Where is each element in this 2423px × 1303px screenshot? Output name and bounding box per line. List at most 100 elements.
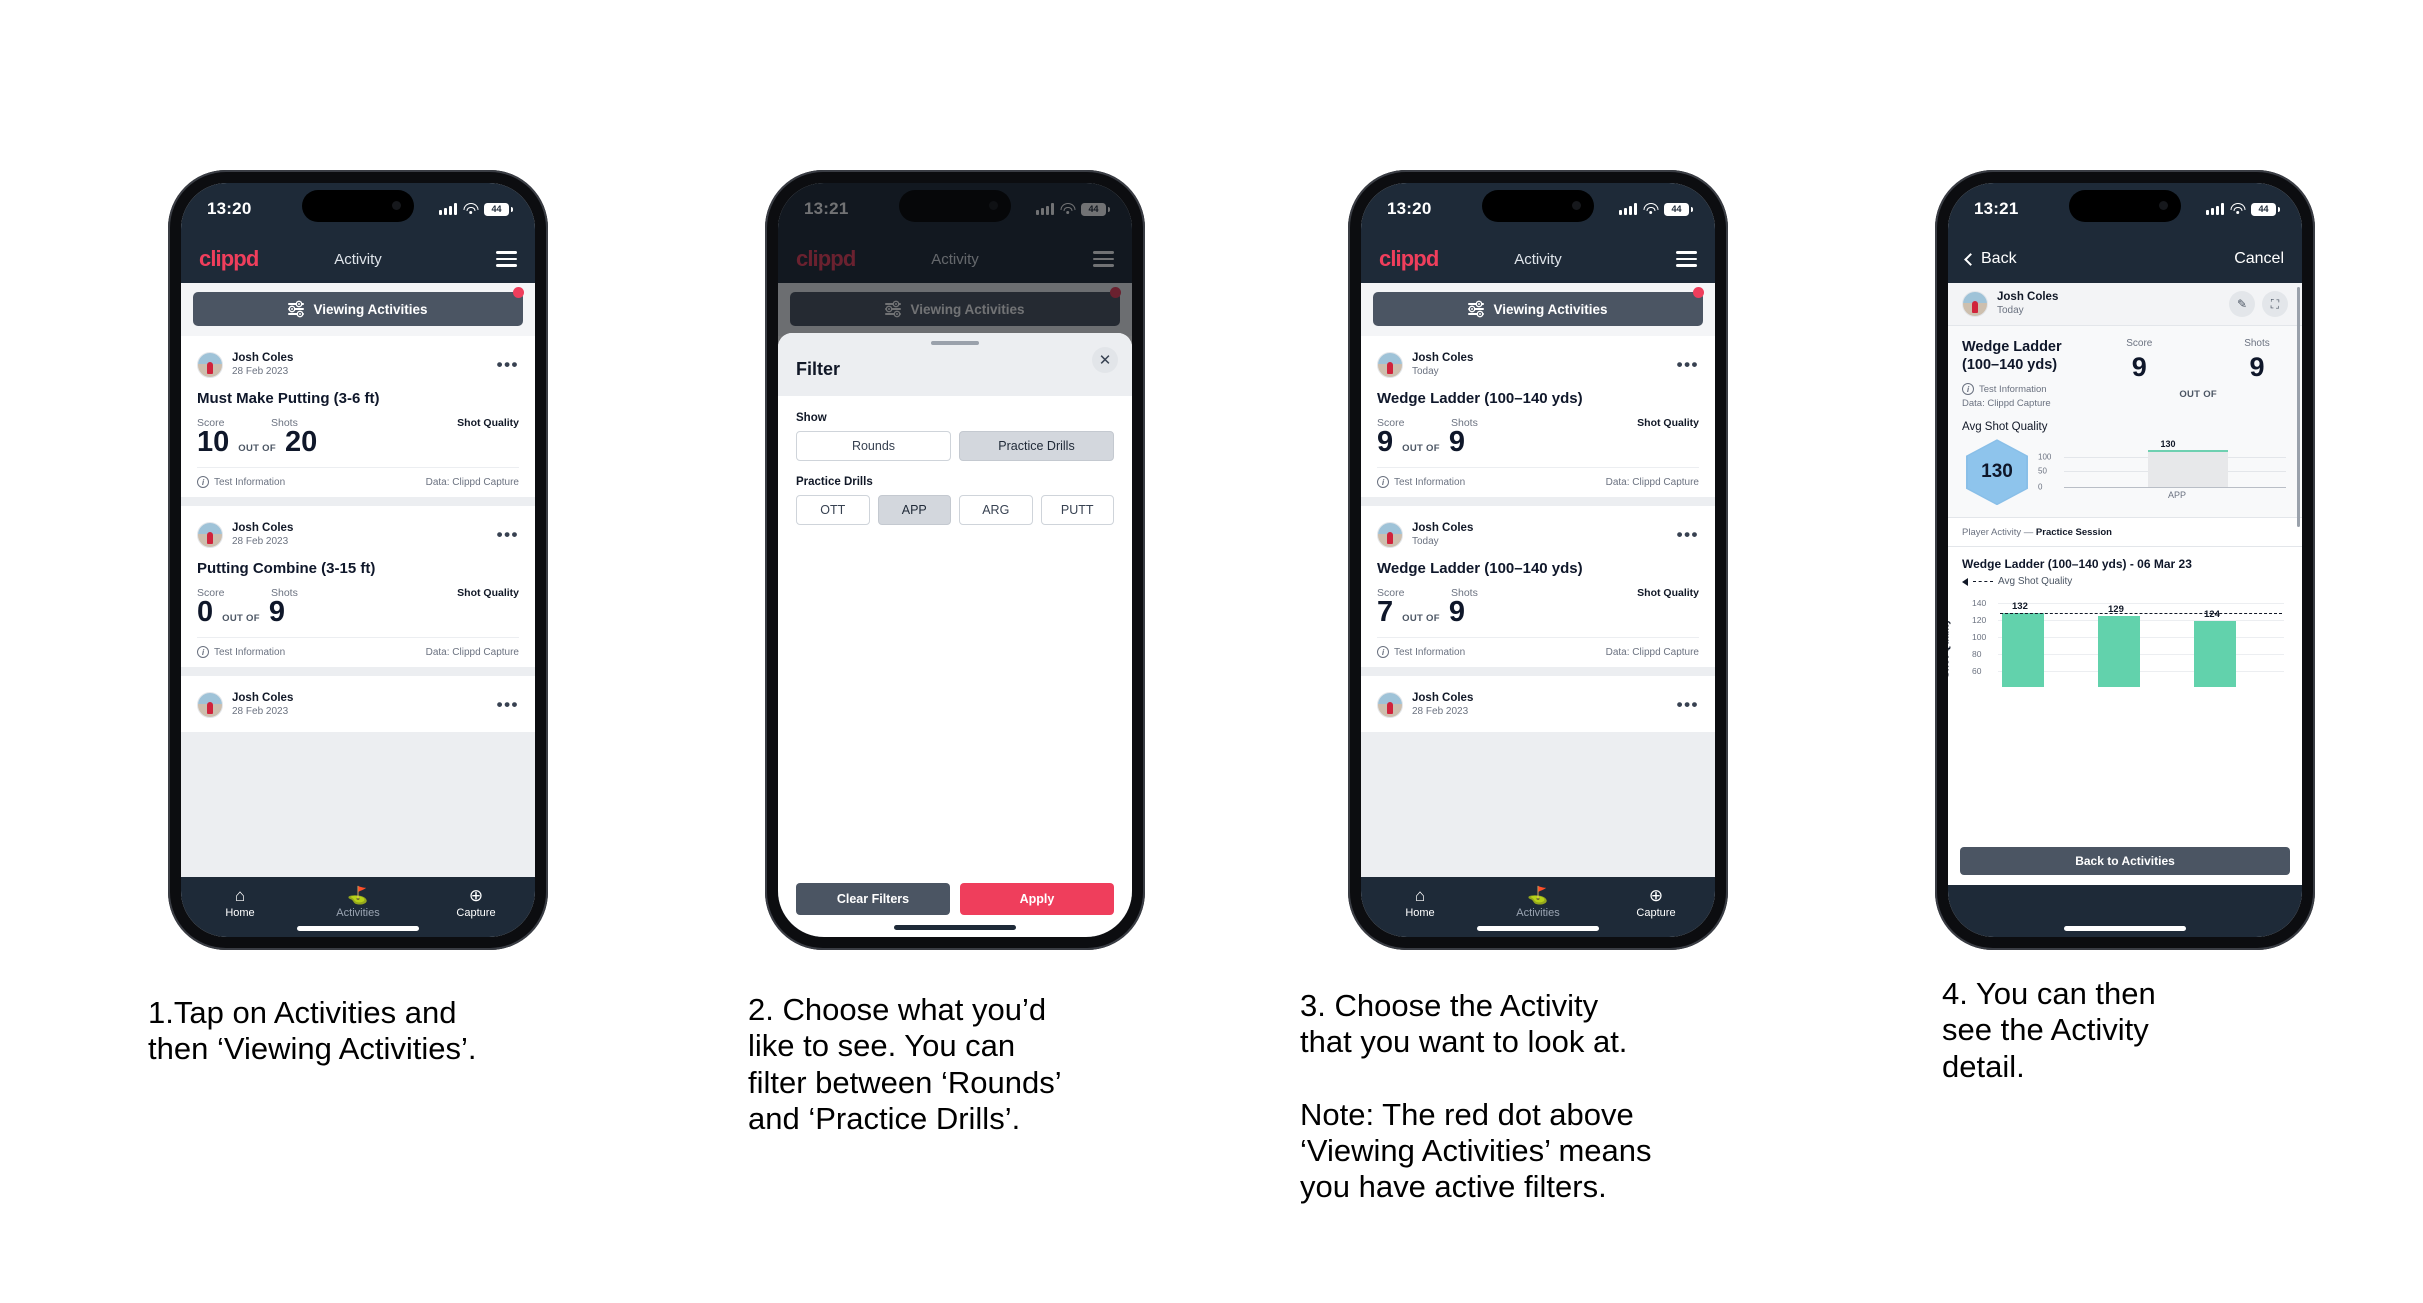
tab-home[interactable]: ⌂ Home — [1361, 887, 1479, 919]
sheet-grabber[interactable] — [931, 341, 979, 345]
tab-capture-label: Capture — [456, 907, 496, 919]
home-icon: ⌂ — [1414, 886, 1426, 905]
detail-data-source: Data: Clippd Capture — [1962, 398, 2051, 410]
close-icon[interactable]: ✕ — [1092, 347, 1118, 373]
shot-quality-value: 130 — [1688, 443, 1710, 459]
filter-bar-region: Viewing Activities — [181, 283, 535, 336]
avatar — [197, 352, 223, 378]
wifi-icon — [463, 203, 478, 215]
filter-bar-region: Viewing Activities — [1361, 283, 1715, 336]
active-filters-dot — [513, 287, 524, 298]
hamburger-menu-icon[interactable] — [1676, 251, 1697, 267]
status-bar: 13:20 44 — [1361, 183, 1715, 235]
apply-button[interactable]: Apply — [960, 883, 1114, 915]
legend-marker-icon — [1962, 577, 1968, 586]
card-overflow-menu-icon[interactable]: ••• — [497, 356, 519, 373]
dynamic-island — [302, 190, 414, 222]
scrollbar[interactable] — [2297, 287, 2300, 527]
shot-quality-value: 75 — [511, 443, 527, 459]
card-date: 28 Feb 2023 — [232, 366, 289, 378]
card-user-name: Josh Coles — [232, 692, 294, 705]
detail-user-row: Josh Coles Today ✎ ⛶ — [1948, 283, 2302, 326]
back-label: Back — [1981, 250, 2017, 267]
out-of-label: OUT OF — [238, 443, 276, 454]
card-overflow-menu-icon[interactable]: ••• — [1677, 356, 1699, 373]
detail-title: Wedge Ladder (100–140 yds) — [1962, 339, 2062, 374]
hamburger-menu-icon[interactable] — [496, 251, 517, 267]
chart-plot-area: Shot Quality 140 120 100 80 60 132 129 1… — [1948, 598, 2288, 688]
battery-icon: 44 — [1664, 202, 1693, 216]
phone-2: 13:21 44 clippd Activity Viewing Activit… — [765, 170, 1145, 950]
tab-activities-label: Activities — [1516, 907, 1560, 919]
tab-home[interactable]: ⌂ Home — [181, 887, 299, 919]
card-overflow-menu-icon[interactable]: ••• — [1677, 696, 1699, 713]
battery-icon: 44 — [484, 202, 513, 216]
viewing-activities-button[interactable]: Viewing Activities — [193, 292, 523, 326]
page-title: Activity — [1514, 250, 1562, 268]
app-header: clippd Activity — [181, 235, 535, 283]
chart-bar-3 — [2194, 621, 2236, 688]
chip-arg[interactable]: ARG — [959, 495, 1033, 525]
chart-y-axis-title: Shot Quality — [1948, 619, 1952, 679]
shots-value: 9 — [1448, 426, 1465, 458]
card-overflow-menu-icon[interactable]: ••• — [497, 526, 519, 543]
avg-shot-quality-value: 130 — [1981, 461, 2013, 483]
card-title: Wedge Ladder (100–140 yds) — [1377, 560, 1583, 577]
activity-card[interactable]: Josh Coles Today ••• Wedge Ladder (100–1… — [1361, 506, 1715, 667]
activity-card[interactable]: Josh Coles 28 Feb 2023 ••• — [1361, 676, 1715, 732]
viewing-activities-button[interactable]: Viewing Activities — [1373, 292, 1703, 326]
avatar — [197, 522, 223, 548]
card-divider — [181, 497, 535, 506]
golf-flag-icon: ⛳ — [1527, 886, 1549, 905]
back-to-activities-button[interactable]: Back to Activities — [1960, 847, 2290, 875]
caption-step-1: 1.Tap on Activities and then ‘Viewing Ac… — [148, 995, 477, 1067]
mini-ytick-0: 0 — [2038, 482, 2043, 492]
golf-flag-icon: ⛳ — [347, 886, 369, 905]
card-date: 28 Feb 2023 — [1412, 706, 1469, 718]
activity-card[interactable]: Josh Coles 28 Feb 2023 ••• Putting Combi… — [181, 506, 535, 667]
score-value: 10 — [197, 426, 230, 458]
tab-activities-label: Activities — [336, 907, 380, 919]
activity-card[interactable]: Josh Coles Today ••• Wedge Ladder (100–1… — [1361, 336, 1715, 497]
activity-feed[interactable]: Josh Coles 28 Feb 2023 ••• Must Make Put… — [181, 336, 535, 877]
cellular-signal-icon — [1619, 203, 1637, 215]
activity-card[interactable]: Josh Coles 28 Feb 2023 ••• — [181, 676, 535, 732]
phone-3: 13:20 44 clippd Activity Viewing Activit… — [1348, 170, 1728, 950]
page-title: Activity — [334, 250, 382, 268]
expand-icon[interactable]: ⛶ — [2262, 291, 2288, 317]
card-divider — [1361, 497, 1715, 506]
mini-bar-value: 130 — [2160, 439, 2176, 450]
clippd-logo: clippd — [1379, 246, 1439, 271]
phone-3-screen: 13:20 44 clippd Activity Viewing Activit… — [1361, 183, 1715, 937]
chip-practice-drills[interactable]: Practice Drills — [959, 431, 1114, 461]
dynamic-island — [2069, 190, 2181, 222]
tab-activities[interactable]: ⛳ Activities — [1479, 887, 1597, 919]
tab-capture[interactable]: ⊕ Capture — [417, 887, 535, 919]
chip-rounds[interactable]: Rounds — [796, 431, 951, 461]
cancel-button[interactable]: Cancel — [2234, 250, 2284, 268]
tab-capture[interactable]: ⊕ Capture — [1597, 887, 1715, 919]
activity-detail[interactable]: Josh Coles Today ✎ ⛶ Wedge Ladder (100–1… — [1948, 283, 2302, 885]
card-data-source: Data: Clippd Capture — [425, 476, 519, 488]
show-group-label: Show — [796, 412, 827, 424]
activity-card[interactable]: Josh Coles 28 Feb 2023 ••• Must Make Put… — [181, 336, 535, 497]
clear-filters-button[interactable]: Clear Filters — [796, 883, 950, 915]
chip-app[interactable]: APP — [877, 495, 951, 525]
card-test-info: i Test Information — [1377, 646, 1465, 658]
card-overflow-menu-icon[interactable]: ••• — [497, 696, 519, 713]
legend-label: Avg Shot Quality — [1998, 576, 2073, 588]
back-button[interactable]: Back — [1964, 250, 2017, 268]
home-indicator — [894, 925, 1016, 930]
score-value: 9 — [1377, 426, 1394, 458]
card-date: Today — [1412, 366, 1439, 378]
avatar — [1377, 522, 1403, 548]
chip-putt[interactable]: PUTT — [1040, 495, 1114, 525]
activity-feed[interactable]: Josh Coles Today ••• Wedge Ladder (100–1… — [1361, 336, 1715, 877]
chip-ott[interactable]: OTT — [796, 495, 870, 525]
pencil-icon[interactable]: ✎ — [2229, 291, 2255, 317]
avg-shot-quality-section: Avg Shot Quality 130 100 50 0 130 APP — [1948, 417, 2302, 518]
caption-step-3: 3. Choose the Activity that you want to … — [1300, 988, 1652, 1205]
tab-activities[interactable]: ⛳ Activities — [299, 887, 417, 919]
card-overflow-menu-icon[interactable]: ••• — [1677, 526, 1699, 543]
caption-step-4: 4. You can then see the Activity detail. — [1942, 976, 2156, 1084]
